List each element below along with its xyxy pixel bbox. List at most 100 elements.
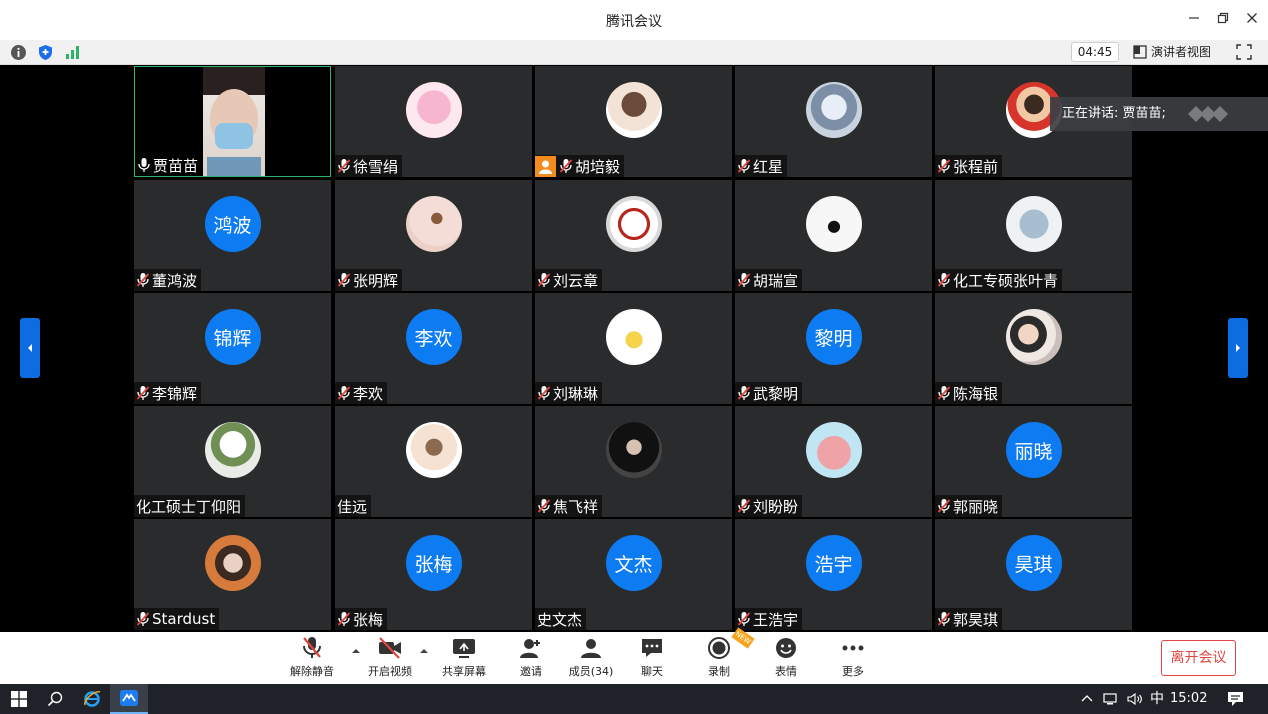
mic-muted-icon	[737, 158, 751, 174]
notification-center-icon[interactable]	[1227, 691, 1244, 707]
emoji-button[interactable]: 表情	[756, 636, 816, 682]
mic-muted-icon	[136, 385, 150, 401]
participant-tile[interactable]: 刘琳琳	[535, 293, 732, 404]
participant-nameplate: 陈海银	[935, 382, 1003, 404]
participant-name: 陈海银	[953, 384, 999, 403]
volume-icon[interactable]	[1127, 692, 1143, 706]
participant-name: 焦飞祥	[553, 497, 599, 516]
participant-tile[interactable]: 昊琪 郭昊琪	[935, 519, 1132, 630]
shield-icon[interactable]	[37, 44, 54, 61]
start-button[interactable]	[0, 684, 38, 714]
participant-tile[interactable]: 徐雪绢	[335, 66, 532, 177]
butterfly-avatar	[405, 196, 462, 252]
leave-meeting-button[interactable]: 离开会议	[1161, 640, 1236, 676]
speaker-view-label: 演讲者视图	[1151, 45, 1212, 59]
participant-tile[interactable]: 胡培毅	[535, 66, 732, 177]
participant-name: 刘云章	[553, 271, 599, 290]
signal-icon[interactable]	[64, 44, 81, 61]
avatar-initials: 李欢	[405, 309, 462, 365]
participant-tile[interactable]: 张梅 张梅	[335, 519, 532, 630]
network-icon[interactable]	[1103, 692, 1119, 706]
participant-nameplate: 胡瑞宣	[735, 269, 803, 291]
tray-chevron-up-icon[interactable]	[1081, 693, 1093, 705]
avatar-initials: 黎明	[805, 309, 862, 365]
participant-name: 张程前	[953, 157, 999, 176]
speaker-view-button[interactable]: 演讲者视图	[1133, 42, 1211, 62]
participant-tile[interactable]: 文杰 史文杰	[535, 519, 732, 630]
mic-muted-icon	[136, 272, 150, 288]
participant-tile[interactable]: 胡瑞宣	[735, 180, 932, 291]
participant-tile[interactable]: 红星	[735, 66, 932, 177]
participant-nameplate: 李欢	[335, 382, 388, 404]
more-button[interactable]: 更多	[823, 636, 883, 682]
taskbar-ie-app[interactable]	[73, 684, 111, 714]
avatar-initials: 锦辉	[204, 309, 261, 365]
windows-taskbar: 中 15:02	[0, 684, 1268, 714]
fullscreen-icon	[1236, 44, 1252, 60]
participant-name: 佳远	[337, 497, 368, 516]
start-video-button[interactable]: 开启视频	[360, 636, 420, 682]
participant-name: 张梅	[353, 610, 384, 629]
taskbar-clock[interactable]: 15:02	[1170, 684, 1207, 714]
participant-tile[interactable]: 陈海银	[935, 293, 1132, 404]
participant-nameplate: 郭丽晓	[935, 495, 1003, 517]
participant-tile[interactable]: 贾苗苗	[134, 66, 331, 177]
mic-muted-icon	[737, 498, 751, 514]
participant-tile[interactable]: 鸿波 董鸿波	[134, 180, 331, 291]
participant-name: 李欢	[353, 384, 384, 403]
taskbar-meeting-app[interactable]	[110, 684, 148, 714]
participant-name: 张明辉	[353, 271, 399, 290]
unmute-button[interactable]: 解除静音	[282, 636, 342, 682]
participant-name: 化工硕士丁仰阳	[136, 497, 242, 516]
anime-child-avatar	[405, 422, 462, 478]
participant-tile[interactable]: 锦辉 李锦辉	[134, 293, 331, 404]
minimize-icon	[1189, 17, 1199, 19]
dark-portrait-avatar	[605, 422, 662, 478]
add-user-icon	[520, 639, 540, 658]
mic-muted-icon	[559, 158, 573, 174]
minimize-button[interactable]	[1183, 10, 1205, 30]
meeting-toolbar: 解除静音 开启视频 共享屏幕 邀请 成员(34) 聊天 录制 NEW 表情 更多…	[0, 627, 1268, 684]
chat-button[interactable]: 聊天	[622, 636, 682, 682]
participant-tile[interactable]: 佳远	[335, 406, 532, 517]
avatar-initials: 昊琪	[1005, 535, 1062, 591]
participant-tile[interactable]: 李欢 李欢	[335, 293, 532, 404]
participant-tile[interactable]: 化工硕士丁仰阳	[134, 406, 331, 517]
participant-nameplate: 胡培毅	[535, 155, 625, 177]
input-method-indicator[interactable]: 中	[1150, 684, 1164, 714]
next-page-button[interactable]	[1228, 318, 1248, 378]
fullscreen-button[interactable]	[1236, 44, 1252, 60]
participant-name: Stardust	[152, 610, 216, 628]
close-button[interactable]	[1241, 10, 1263, 30]
participant-tile[interactable]: 焦飞祥	[535, 406, 732, 517]
taskbar-search-button[interactable]	[36, 684, 74, 714]
mic-muted-icon	[937, 385, 951, 401]
blurred-region	[1188, 106, 1228, 122]
internet-explorer-icon	[84, 691, 101, 707]
window-title: 腾讯会议	[606, 14, 662, 30]
members-button[interactable]: 成员(34)	[561, 636, 621, 682]
invite-button[interactable]: 邀请	[501, 636, 561, 682]
participant-tile[interactable]: 化工专硕张叶青	[935, 180, 1132, 291]
participant-tile[interactable]: 张明辉	[335, 180, 532, 291]
restore-button[interactable]	[1212, 10, 1234, 30]
participant-name: 郭丽晓	[953, 497, 999, 516]
participant-name: 王浩宇	[753, 610, 799, 629]
chat-label: 聊天	[641, 665, 663, 678]
calligraphy-avatar	[605, 196, 662, 252]
video-options-caret-icon[interactable]	[418, 646, 430, 656]
participant-tile[interactable]: 刘盼盼	[735, 406, 932, 517]
participant-nameplate: 贾苗苗	[135, 154, 203, 176]
prev-page-button[interactable]	[20, 318, 40, 378]
participant-tile[interactable]: 丽晓 郭丽晓	[935, 406, 1132, 517]
participant-name: 史文杰	[537, 610, 583, 629]
participant-tile[interactable]: 浩宇 王浩宇	[735, 519, 932, 630]
info-icon[interactable]	[10, 44, 27, 61]
participant-tile[interactable]: Stardust	[134, 519, 331, 630]
mic-muted-icon	[337, 272, 351, 288]
share-screen-icon	[453, 639, 475, 658]
members-label: 成员(34)	[568, 665, 614, 678]
participant-tile[interactable]: 刘云章	[535, 180, 732, 291]
share-screen-button[interactable]: 共享屏幕	[434, 636, 494, 682]
participant-tile[interactable]: 黎明 武黎明	[735, 293, 932, 404]
